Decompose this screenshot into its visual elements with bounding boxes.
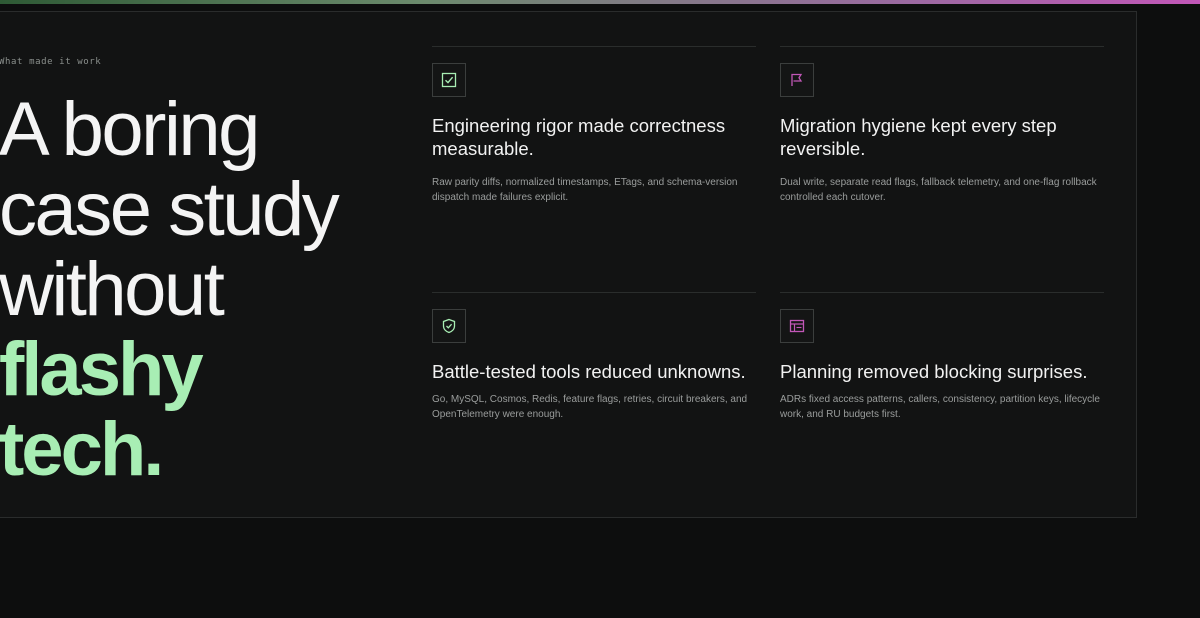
card-battle-tested-tools: Battle-tested tools reduced unknowns. Go… [432, 292, 756, 493]
top-gradient-bar [0, 0, 1200, 4]
table-icon [780, 309, 814, 343]
card-title: Planning removed blocking surprises. [780, 361, 1088, 382]
headline: A boring case study without flashy tech. [0, 87, 340, 492]
card-title: Engineering rigor made correctness measu… [432, 115, 726, 159]
headline-line-1: A boring [0, 87, 260, 172]
shield-check-icon [432, 309, 466, 343]
slide-panel: What made it work A boring case study wi… [0, 11, 1137, 518]
headline-accent-2: tech. [0, 407, 164, 492]
card-body: Dual write, separate read flags, fallbac… [780, 177, 1097, 203]
card-body: ADRs fixed access patterns, callers, con… [780, 394, 1100, 420]
flag-icon [780, 63, 814, 97]
card-title: Migration hygiene kept every step revers… [780, 115, 1057, 159]
card-migration-hygiene: Migration hygiene kept every step revers… [780, 46, 1104, 247]
card-planning: Planning removed blocking surprises. ADR… [780, 292, 1104, 493]
headline-line-2: case study [0, 167, 340, 252]
checkbox-icon [432, 63, 466, 97]
card-engineering-rigor: Engineering rigor made correctness measu… [432, 46, 756, 247]
headline-accent-1: flashy [0, 327, 204, 412]
card-body: Raw parity diffs, normalized timestamps,… [432, 177, 738, 203]
headline-line-3: without [0, 247, 225, 332]
card-title: Battle-tested tools reduced unknowns. [432, 361, 746, 382]
card-body: Go, MySQL, Cosmos, Redis, feature flags,… [432, 394, 748, 420]
eyebrow-label: What made it work [0, 57, 102, 67]
